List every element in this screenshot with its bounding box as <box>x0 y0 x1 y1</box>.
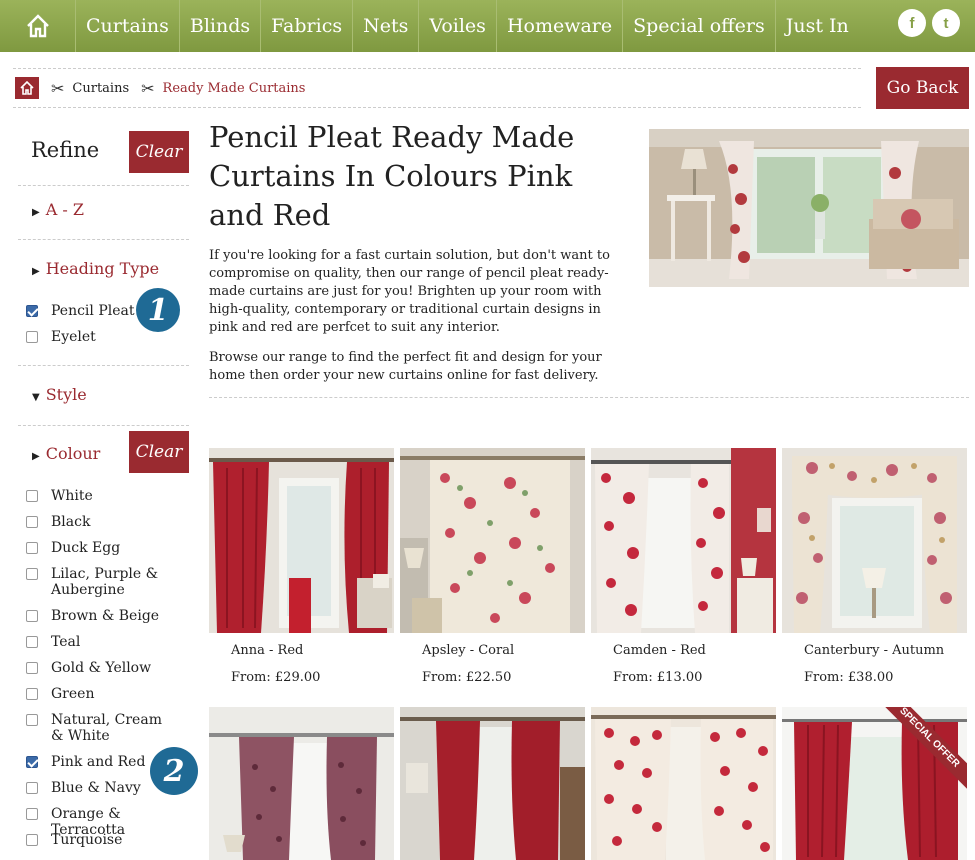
checkbox-box[interactable] <box>26 714 38 726</box>
checkbox-box[interactable] <box>26 636 38 648</box>
product-image[interactable] <box>782 448 967 633</box>
special-offer-label: SPECIAL OFFER <box>877 707 967 794</box>
filter-style-label: Style <box>45 385 87 404</box>
filter-colour[interactable]: ▶ Colour <box>32 444 100 463</box>
product-price: From: £38.00 <box>804 670 894 685</box>
checkbox-label: Natural, Cream & White <box>51 712 162 744</box>
checkbox-box[interactable] <box>26 568 38 580</box>
product-price: From: £13.00 <box>613 670 703 685</box>
product-name[interactable]: Apsley - Coral <box>422 643 514 658</box>
breadcrumb: ✂ Curtains ✂ Ready Made Curtains <box>13 68 861 108</box>
product-image[interactable] <box>591 448 776 633</box>
product-image[interactable] <box>209 707 394 860</box>
checkbox-label: White <box>51 488 93 504</box>
breadcrumb-item-curtains[interactable]: Curtains <box>72 81 129 96</box>
nav-nets[interactable]: Nets <box>353 0 420 52</box>
nav-fabrics[interactable]: Fabrics <box>261 0 354 52</box>
go-back-button[interactable]: Go Back <box>876 67 969 109</box>
product-image[interactable] <box>591 707 776 860</box>
checkbox-box[interactable] <box>26 834 38 846</box>
checkbox-label: Turquoise <box>51 832 123 848</box>
scissors-icon: ✂ <box>51 78 65 98</box>
product-card[interactable]: Canterbury - Autumn From: £38.00 <box>782 448 967 685</box>
intro-text: If you're looking for a fast curtain sol… <box>209 247 619 397</box>
checkbox-box[interactable] <box>26 688 38 700</box>
divider <box>18 365 189 366</box>
special-offer-ribbon: SPECIAL OFFER <box>877 707 967 797</box>
filter-style[interactable]: ▼ Style <box>32 385 87 404</box>
top-nav: Curtains Blinds Fabrics Nets Voiles Home… <box>0 0 975 52</box>
breadcrumb-home-button[interactable] <box>15 77 39 99</box>
filter-heading-type[interactable]: ▶ Heading Type <box>32 259 159 278</box>
step-badge-1: 1 <box>136 288 180 332</box>
clear-colour-button[interactable]: Clear <box>129 431 189 473</box>
divider <box>18 185 189 186</box>
divider <box>18 239 189 240</box>
page-title: Pencil Pleat Ready Made Curtains In Colo… <box>209 120 575 232</box>
refine-heading: Refine <box>31 138 100 162</box>
filter-colour-label: Colour <box>45 444 101 463</box>
checkbox-label: Lilac, Purple & Aubergine <box>51 566 159 598</box>
product-name[interactable]: Canterbury - Autumn <box>804 643 944 658</box>
checkbox-box[interactable] <box>26 782 38 794</box>
checkbox-label: Brown & Beige <box>51 608 160 624</box>
triangle-right-icon: ▶ <box>32 266 40 277</box>
checkbox-label: Duck Egg <box>51 540 121 556</box>
product-card[interactable] <box>591 707 776 860</box>
intro-paragraph: If you're looking for a fast curtain sol… <box>209 248 610 335</box>
checkbox-label: Teal <box>51 634 81 650</box>
nav-curtains[interactable]: Curtains <box>76 0 180 52</box>
home-nav-button[interactable] <box>0 0 76 52</box>
checkbox-box[interactable] <box>26 542 38 554</box>
triangle-down-icon: ▼ <box>32 392 40 403</box>
triangle-right-icon: ▶ <box>32 451 40 462</box>
triangle-right-icon: ▶ <box>32 207 40 218</box>
twitter-icon[interactable]: t <box>932 9 960 37</box>
home-icon <box>26 14 49 38</box>
scissors-icon: ✂ <box>141 78 155 98</box>
clear-all-button[interactable]: Clear <box>129 131 189 173</box>
product-card[interactable]: Anna - Red From: £29.00 <box>209 448 394 685</box>
checkbox-label: Green <box>51 686 95 702</box>
product-name[interactable]: Camden - Red <box>613 643 706 658</box>
checkbox-box[interactable] <box>26 305 38 317</box>
filter-a-z-label: A - Z <box>45 200 84 219</box>
nav-blinds[interactable]: Blinds <box>180 0 262 52</box>
facebook-icon[interactable]: f <box>898 9 926 37</box>
filter-heading-type-label: Heading Type <box>45 259 160 278</box>
checkbox-label: Gold & Yellow <box>51 660 152 676</box>
checkbox-box[interactable] <box>26 331 38 343</box>
divider <box>18 425 189 426</box>
checkbox-label: Black <box>51 514 91 530</box>
product-image[interactable] <box>209 448 394 633</box>
breadcrumb-item-current[interactable]: Ready Made Curtains <box>163 81 306 96</box>
checkbox-box[interactable] <box>26 516 38 528</box>
divider <box>209 397 969 398</box>
product-name[interactable]: Anna - Red <box>231 643 303 658</box>
product-card[interactable]: Apsley - Coral From: £22.50 <box>400 448 585 685</box>
intro-paragraph: Browse our range to find the perfect fit… <box>209 350 602 383</box>
checkbox-box[interactable] <box>26 610 38 622</box>
nav-just-in[interactable]: Just In <box>776 0 859 52</box>
nav-special-offers[interactable]: Special offers <box>623 0 776 52</box>
checkbox-box[interactable] <box>26 490 38 502</box>
filter-a-z[interactable]: ▶ A - Z <box>32 200 84 219</box>
product-image[interactable] <box>400 707 585 860</box>
product-card[interactable] <box>400 707 585 860</box>
product-image[interactable] <box>400 448 585 633</box>
product-card[interactable]: Camden - Red From: £13.00 <box>591 448 776 685</box>
checkbox-box[interactable] <box>26 662 38 674</box>
nav-homeware[interactable]: Homeware <box>497 0 624 52</box>
product-card[interactable]: SPECIAL OFFER <box>782 707 967 860</box>
checkbox-box[interactable] <box>26 808 38 820</box>
hero-image <box>649 129 969 287</box>
product-price: From: £22.50 <box>422 670 512 685</box>
checkbox-label: Eyelet <box>51 329 96 345</box>
checkbox-box[interactable] <box>26 756 38 768</box>
nav-voiles[interactable]: Voiles <box>419 0 497 52</box>
product-price: From: £29.00 <box>231 670 321 685</box>
product-card[interactable] <box>209 707 394 860</box>
home-icon <box>20 81 34 95</box>
step-badge-2: 2 <box>150 747 198 795</box>
